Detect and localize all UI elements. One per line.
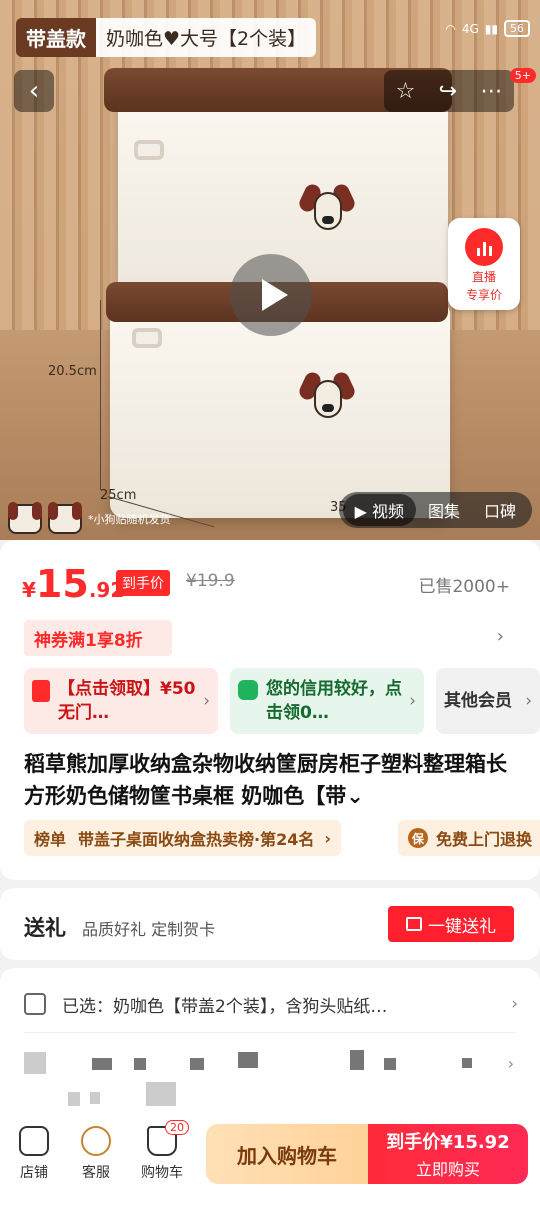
tab-video[interactable]: ▶ 视频 bbox=[342, 494, 416, 526]
sticker-note: *小狗贴随机发货 bbox=[88, 513, 171, 526]
cart-count-badge: 20 bbox=[165, 1120, 189, 1135]
dimension-width: 25cm bbox=[100, 488, 137, 503]
coupon-badge[interactable]: 神券满1享8折 bbox=[24, 620, 172, 656]
rank-key: 榜单 bbox=[34, 830, 67, 849]
store-label: 店铺 bbox=[20, 1165, 48, 1181]
offer-text: 【点击领取】¥50无门… bbox=[58, 679, 196, 723]
play-icon bbox=[262, 279, 288, 311]
send-gift-button[interactable]: 一键送礼 bbox=[388, 906, 514, 942]
offer-text: 其他会员 bbox=[444, 691, 512, 711]
gift-icon bbox=[406, 917, 422, 931]
checkbox-icon bbox=[24, 993, 46, 1015]
member-offer[interactable]: 其他会员 › bbox=[436, 668, 540, 734]
buy-now-button[interactable]: 到手价¥15.92 立即购买 bbox=[368, 1124, 528, 1184]
live-icon bbox=[465, 228, 503, 266]
price-currency: ¥ bbox=[22, 578, 36, 602]
chevron-right-icon: › bbox=[525, 691, 532, 711]
box-handle bbox=[134, 140, 164, 160]
add-to-cart-button[interactable]: 加入购物车 bbox=[206, 1124, 368, 1184]
chevron-right-icon: › bbox=[507, 1054, 514, 1073]
customer-service-button[interactable]: 客服 bbox=[66, 1126, 126, 1182]
share-icon[interactable]: ↪ bbox=[439, 79, 457, 104]
chat-icon bbox=[81, 1126, 111, 1156]
service-label: 客服 bbox=[82, 1165, 110, 1181]
chevron-right-icon: › bbox=[203, 691, 210, 711]
final-price-tag: 到手价 bbox=[116, 570, 170, 596]
chevron-right-icon[interactable]: › bbox=[497, 626, 504, 647]
top-actions: ☆ ↪ ⋯ bbox=[384, 70, 514, 112]
variant-badge: 带盖款 奶咖色♥大号【2个装】 bbox=[16, 17, 317, 57]
rank-text: 带盖子桌面收纳盒热卖榜·第24名 bbox=[78, 830, 315, 849]
dog-sticker-icon bbox=[48, 502, 82, 534]
sold-count: 已售2000+ bbox=[418, 577, 510, 597]
dog-sticker-icon bbox=[296, 181, 358, 240]
brand-badge: 带盖款 bbox=[16, 17, 96, 57]
dog-sticker-icon bbox=[8, 502, 42, 534]
sticker-samples: *小狗贴随机发货 bbox=[8, 502, 171, 534]
cart-button[interactable]: 20 购物车 bbox=[132, 1120, 192, 1182]
gift-title: 送礼 bbox=[24, 916, 66, 940]
divider bbox=[24, 1032, 516, 1033]
coupon-offer[interactable]: 【点击领取】¥50无门… › bbox=[24, 668, 218, 734]
star-icon[interactable]: ☆ bbox=[396, 79, 416, 104]
ranking-badge[interactable]: 榜单 带盖子桌面收纳盒热卖榜·第24名 › bbox=[24, 820, 341, 856]
chevron-right-icon: › bbox=[324, 828, 331, 848]
buy-price: 到手价¥15.92 bbox=[386, 1132, 510, 1153]
tab-reviews[interactable]: 口碑 bbox=[472, 494, 528, 526]
tab-gallery[interactable]: 图集 bbox=[416, 494, 472, 526]
chevron-right-icon: › bbox=[511, 994, 518, 1014]
dimension-height: 20.5cm bbox=[48, 364, 97, 379]
dog-sticker-icon bbox=[296, 369, 358, 428]
price-card: ¥ 15 .92 到手价 ¥19.9 已售2000+ 神券满1享8折 › 【点击… bbox=[0, 540, 540, 880]
gift-card: 送礼 品质好礼 定制贺卡 一键送礼 bbox=[0, 888, 540, 960]
selected-variant: 已选：奶咖色【带盖2个装】，含狗头贴纸… bbox=[62, 996, 388, 1017]
credit-icon bbox=[238, 680, 258, 700]
buy-now-label: 立即购买 bbox=[415, 1160, 480, 1179]
cart-icon: 20 bbox=[147, 1120, 189, 1156]
price-integer: 15 bbox=[35, 562, 89, 606]
chevron-right-icon: › bbox=[409, 691, 416, 711]
message-badge: 5+ bbox=[509, 68, 536, 83]
live-label: 直播 bbox=[471, 270, 496, 284]
service-badge[interactable]: 保 免费上门退换 bbox=[398, 820, 540, 856]
price: ¥ 15 .92 bbox=[22, 562, 124, 606]
live-sublabel: 专享价 bbox=[465, 288, 502, 302]
offer-text: 您的信用较好，点击领0… bbox=[266, 679, 402, 723]
dimension-line bbox=[100, 300, 101, 490]
coupon-icon bbox=[32, 680, 50, 702]
live-price-button[interactable]: 直播 专享价 bbox=[448, 218, 520, 310]
product-hero-image[interactable]: 20.5cm 25cm 35 带盖款 奶咖色♥大号【2个装】 ◠ 4G ▮▮ 5… bbox=[0, 0, 540, 540]
store-icon bbox=[19, 1126, 49, 1156]
play-video-button[interactable] bbox=[230, 254, 312, 336]
media-tabs: ▶ 视频 图集 口碑 bbox=[338, 492, 532, 528]
back-button[interactable]: ‹ bbox=[14, 70, 54, 112]
product-title[interactable]: 稻草熊加厚收纳盒杂物收纳筐厨房柜子塑料整理箱长方形奶色储物筐书桌框 奶咖色【带⌄ bbox=[24, 748, 520, 812]
store-button[interactable]: 店铺 bbox=[4, 1126, 64, 1182]
status-bar: ◠ 4G ▮▮ 56 bbox=[445, 20, 530, 37]
chevron-left-icon: ‹ bbox=[28, 76, 40, 106]
wifi-icon: ◠ bbox=[445, 21, 456, 36]
redacted-row[interactable]: › bbox=[24, 1048, 518, 1108]
shield-icon: 保 bbox=[408, 828, 428, 848]
bottom-action-bar: 店铺 客服 20 购物车 加入购物车 到手价¥15.92 立即购买 bbox=[0, 1118, 540, 1206]
selection-card: 已选：奶咖色【带盖2个装】，含狗头贴纸… › › bbox=[0, 968, 540, 1118]
send-gift-label: 一键送礼 bbox=[428, 916, 496, 937]
gift-subtitle: 品质好礼 定制贺卡 bbox=[82, 920, 216, 939]
variant-label: 奶咖色♥大号【2个装】 bbox=[96, 17, 317, 57]
selected-variant-row[interactable]: 已选：奶咖色【带盖2个装】，含狗头贴纸… › bbox=[24, 986, 518, 1022]
box-handle bbox=[132, 328, 162, 348]
more-icon[interactable]: ⋯ bbox=[480, 79, 502, 104]
service-text: 免费上门退换 bbox=[436, 830, 533, 849]
credit-offer[interactable]: 您的信用较好，点击领0… › bbox=[230, 668, 424, 734]
battery-icon: 56 bbox=[504, 20, 530, 37]
cart-label: 购物车 bbox=[141, 1165, 183, 1181]
network-label: 4G bbox=[461, 21, 479, 36]
original-price: ¥19.9 bbox=[186, 571, 235, 591]
signal-icon: ▮▮ bbox=[484, 21, 498, 36]
